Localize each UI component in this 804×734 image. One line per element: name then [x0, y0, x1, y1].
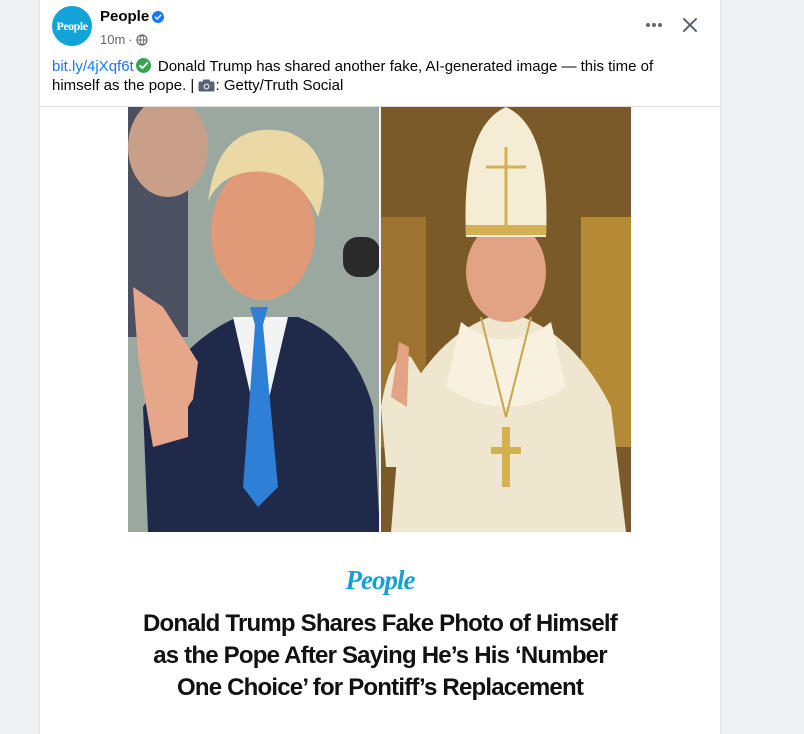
verified-badge-icon	[152, 11, 164, 23]
close-button[interactable]	[676, 12, 704, 38]
news-photo-illustration	[128, 107, 380, 532]
avatar-logo-text: People	[56, 18, 89, 33]
facebook-post: People People 10m · bit.ly/4jXqf6t Donal…	[40, 0, 720, 734]
page-name-link[interactable]: People	[100, 8, 149, 25]
more-options-button[interactable]	[640, 12, 668, 38]
article-headline[interactable]: Donald Trump Shares Fake Photo of Himsel…	[130, 608, 630, 704]
check-mark-icon	[135, 58, 151, 73]
caption-link[interactable]: bit.ly/4jXqf6t	[52, 58, 134, 75]
globe-icon	[136, 33, 148, 46]
post-image[interactable]	[128, 107, 631, 532]
close-icon	[683, 18, 697, 32]
brand-logo: People	[345, 565, 416, 595]
post-timestamp[interactable]: 10m	[100, 32, 125, 47]
post-meta: 10m ·	[100, 32, 148, 47]
camera-icon	[198, 79, 215, 92]
link-preview[interactable]: People Donald Trump Shares Fake Photo of…	[40, 532, 720, 734]
post-caption: bit.ly/4jXqf6t Donald Trump has shared a…	[52, 57, 702, 95]
news-photo-right	[381, 107, 631, 532]
more-options-icon	[646, 23, 662, 27]
caption-photo-credit: : Getty/Truth Social	[215, 77, 344, 94]
post-header: People People 10m ·	[40, 0, 720, 56]
meta-separator: ·	[128, 32, 133, 47]
news-photo-left	[128, 107, 380, 532]
page-avatar[interactable]: People	[52, 6, 92, 46]
pope-photo-illustration	[381, 107, 631, 532]
